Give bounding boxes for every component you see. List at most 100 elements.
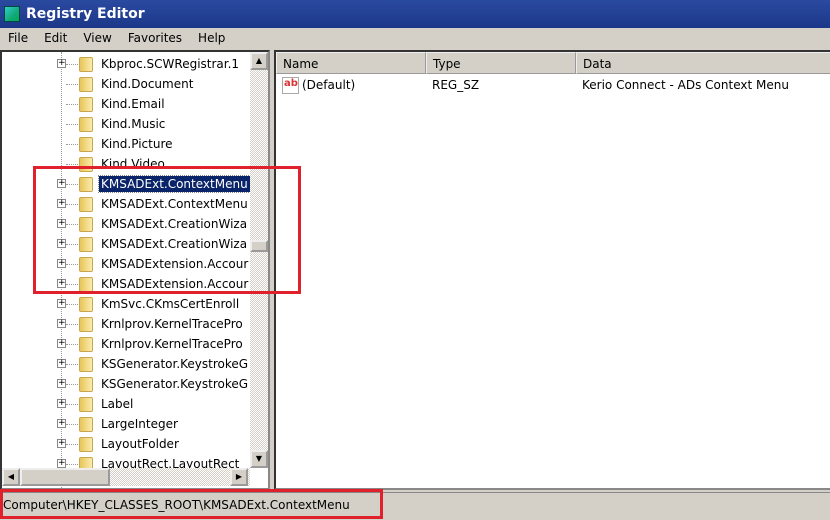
column-header-type[interactable]: Type [426,52,576,74]
folder-icon [79,337,93,352]
folder-icon [79,117,93,132]
tree-connector [66,464,78,465]
tree-item[interactable]: + KMSADExt.CreationWiza [2,214,250,234]
tree-item[interactable]: + KSGenerator.KeystrokeG [2,374,250,394]
tree-connector [66,144,78,145]
menu-view[interactable]: View [75,31,119,45]
tree-item[interactable]: Kind.Video [2,154,250,174]
scroll-right-button[interactable]: ▶ [230,468,248,486]
expand-icon[interactable]: + [57,199,66,208]
expand-icon[interactable]: + [57,239,66,248]
tree-item-label: KMSADExt.CreationWiza [101,217,248,231]
tree-item-label: Kind.Email [101,97,165,111]
tree-item[interactable]: Kind.Picture [2,134,250,154]
folder-icon [79,137,93,152]
column-header-name[interactable]: Name [276,52,426,74]
tree-item[interactable]: Kind.Email [2,94,250,114]
registry-editor-icon [4,6,20,22]
folder-icon [79,297,93,312]
folder-icon [79,377,93,392]
expand-icon[interactable]: + [57,259,66,268]
folder-icon [79,177,93,192]
tree-item-label: KSGenerator.KeystrokeG [101,357,249,371]
tree-connector [66,84,78,85]
window-title: Registry Editor [26,6,145,22]
tree-item[interactable]: + Label [2,394,250,414]
tree-item[interactable]: Kind.Music [2,114,250,134]
folder-icon [79,77,93,92]
tree-item[interactable]: + KMSADExt.ContextMenu [2,194,250,214]
tree-connector [66,424,78,425]
tree-connector [66,124,78,125]
tree-connector [66,364,78,365]
tree-item[interactable]: + KSGenerator.KeystrokeG [2,354,250,374]
folder-icon [79,257,93,272]
tree-item-label: KSGenerator.KeystrokeG [101,377,249,391]
tree-item[interactable]: + KMSADExt.ContextMenu [2,174,251,194]
expand-icon[interactable]: + [57,299,66,308]
tree-item[interactable]: + KMSADExtension.Accour [2,274,250,294]
expand-icon[interactable]: + [57,359,66,368]
tree-item-label: KMSADExtension.Accour [101,277,249,291]
tree-item[interactable]: + LayoutFolder [2,434,250,454]
tree-item[interactable]: + KMSADExt.CreationWiza [2,234,250,254]
scroll-up-button[interactable]: ▲ [250,52,268,70]
expand-icon[interactable]: + [57,459,66,468]
vertical-scrollbar[interactable]: ▲ ▼ [250,52,268,468]
scroll-left-button[interactable]: ◀ [2,468,20,486]
registry-tree[interactable]: + Kbproc.SCWRegistrar.1 Kind.Document Kind.… [0,50,270,490]
folder-icon [79,157,93,172]
tree-item[interactable]: + Kbproc.SCWRegistrar.1 [2,54,250,74]
scroll-thumb[interactable] [250,240,268,252]
tree-item-label: Kbproc.SCWRegistrar.1 [101,57,240,71]
tree-connector [66,64,78,65]
tree-item-label: KMSADExtension.Accour [101,257,249,271]
tree-item[interactable]: + Krnlprov.KernelTracePro [2,314,250,334]
folder-icon [79,197,93,212]
folder-icon [79,317,93,332]
status-bar: Computer\HKEY_CLASSES_ROOT\KMSADExt.Cont… [0,492,830,518]
value-data: Kerio Connect - ADs Context Menu [582,78,789,92]
expand-icon[interactable]: + [57,59,66,68]
expand-icon[interactable]: + [57,379,66,388]
tree-connector [66,404,78,405]
folder-icon [79,237,93,252]
menu-edit[interactable]: Edit [36,31,75,45]
horizontal-scrollbar[interactable]: ◀ ▶ [2,468,250,486]
tree-connector [66,204,78,205]
expand-icon[interactable]: + [57,399,66,408]
tree-item-label: Kind.Video [101,157,165,171]
menu-file[interactable]: File [0,31,36,45]
column-header-data[interactable]: Data [576,52,830,74]
tree-connector [66,384,78,385]
string-value-icon: ab [282,77,299,94]
tree-item[interactable]: + Krnlprov.KernelTracePro [2,334,250,354]
value-type: REG_SZ [432,78,480,92]
tree-connector [66,264,78,265]
tree-item-label: Label [101,397,134,411]
expand-icon[interactable]: + [57,219,66,228]
tree-item-label: Kind.Document [101,77,194,91]
tree-item[interactable]: + KmSvc.CKmsCertEnroll [2,294,250,314]
menu-help[interactable]: Help [190,31,233,45]
values-pane[interactable]: Name Type Data ab (Default) REG_SZ Kerio… [274,50,830,490]
tree-item[interactable]: + LargeInteger [2,414,250,434]
expand-icon[interactable]: + [57,339,66,348]
expand-icon[interactable]: + [57,419,66,428]
expand-icon[interactable]: + [57,179,66,188]
expand-icon[interactable]: + [57,279,66,288]
expand-icon[interactable]: + [57,319,66,328]
tree-item[interactable]: + KMSADExtension.Accour [2,254,250,274]
folder-icon [79,277,93,292]
menu-favorites[interactable]: Favorites [120,31,190,45]
title-bar: Registry Editor [0,0,830,28]
horizontal-scroll-thumb[interactable] [20,468,110,486]
scroll-down-button[interactable]: ▼ [250,450,268,468]
tree-item[interactable]: Kind.Document [2,74,250,94]
tree-connector [66,244,78,245]
folder-icon [79,437,93,452]
tree-connector [66,224,78,225]
expand-icon[interactable]: + [57,439,66,448]
tree-item-label: LargeInteger [101,417,178,431]
tree-connector [66,104,78,105]
